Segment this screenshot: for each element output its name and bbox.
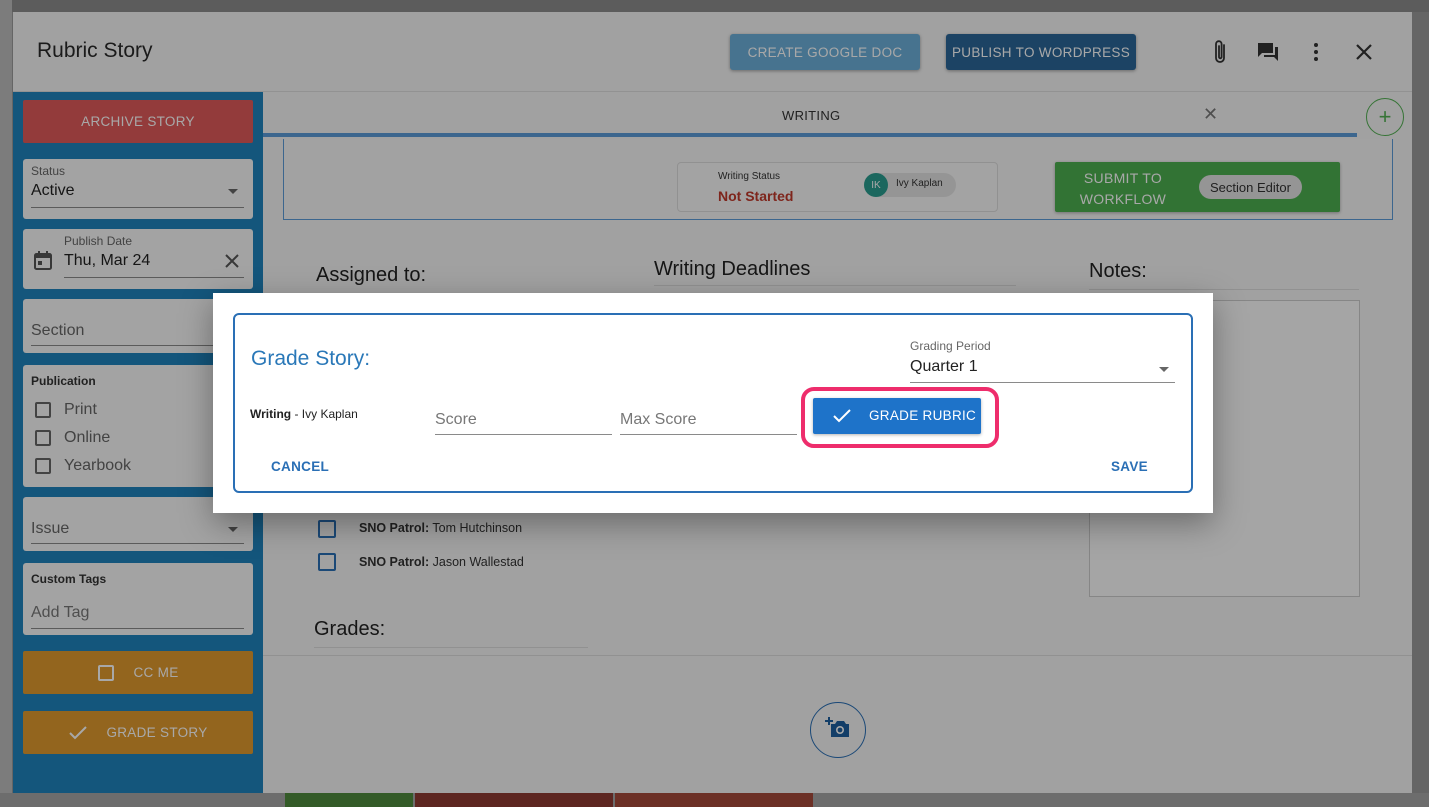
grade-story-dialog: Grade Story: Grading Period Quarter 1 Wr…	[213, 293, 1213, 513]
max-score-input[interactable]: Max Score	[620, 411, 696, 429]
score-input[interactable]: Score	[435, 411, 477, 429]
highlight-ring	[801, 387, 999, 448]
grading-period-value[interactable]: Quarter 1	[910, 358, 978, 376]
grading-period-label: Grading Period	[910, 339, 991, 353]
chevron-down-icon[interactable]	[1159, 367, 1169, 372]
dialog-frame: Grade Story: Grading Period Quarter 1 Wr…	[233, 313, 1193, 493]
cancel-button[interactable]: CANCEL	[271, 459, 329, 474]
dialog-title: Grade Story:	[251, 347, 371, 370]
save-button[interactable]: SAVE	[1111, 459, 1148, 474]
writing-assignment: Writing - Ivy Kaplan	[250, 407, 358, 421]
